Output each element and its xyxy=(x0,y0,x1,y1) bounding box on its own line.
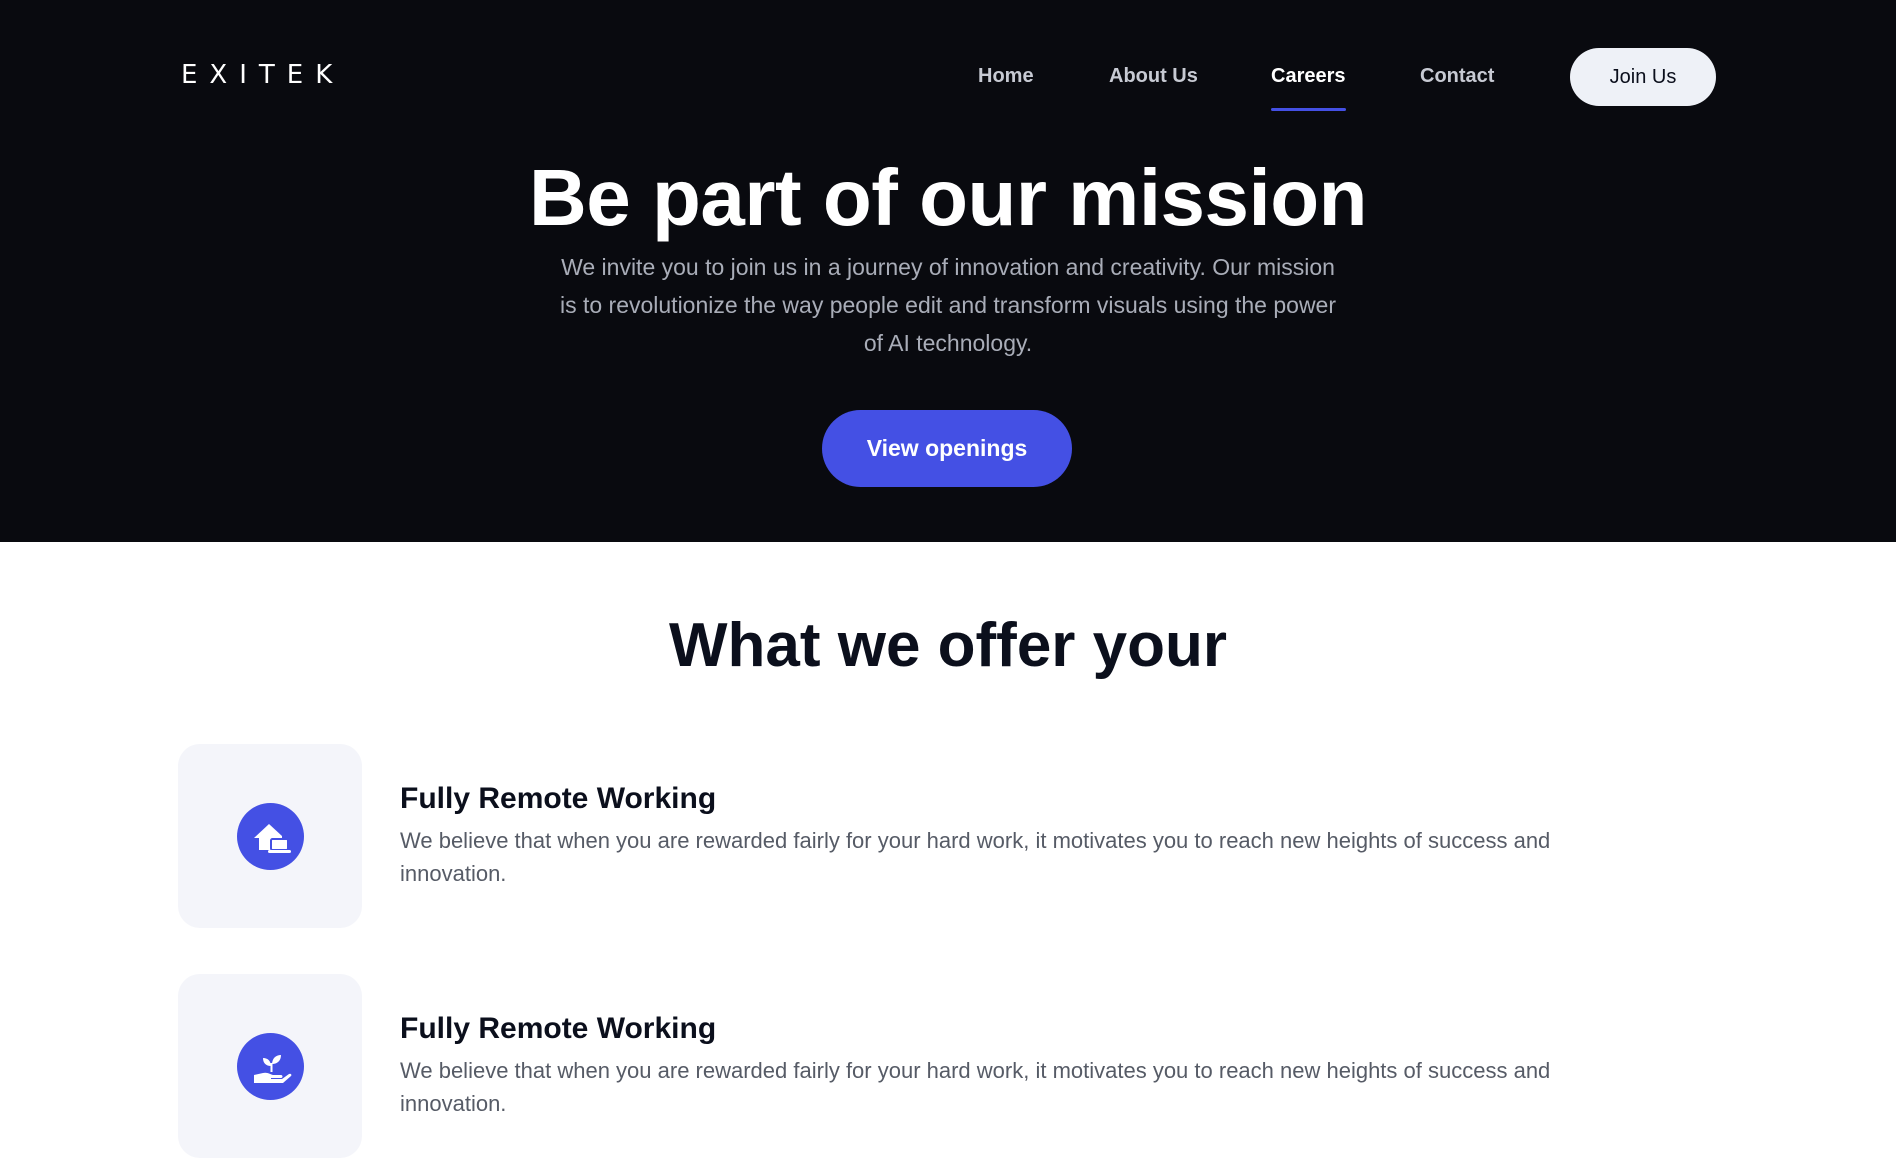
growth-hand-icon xyxy=(237,1033,304,1100)
offer-title: What we offer your xyxy=(668,611,1228,680)
offer-description: We believe that when you are rewarded fa… xyxy=(400,828,1551,886)
hero-title: Be part of our mission xyxy=(529,153,1367,242)
nav-contact[interactable]: Contact xyxy=(1420,65,1494,88)
hero-section: EXITEK Home About Us Careers Contact Joi… xyxy=(0,0,1896,542)
offer-heading: Fully Remote Working xyxy=(400,782,717,815)
nav-about-us[interactable]: About Us xyxy=(1109,65,1198,88)
main-nav: Home About Us Careers Contact Join Us xyxy=(0,48,1896,111)
remote-house-icon xyxy=(237,803,304,870)
nav-careers[interactable]: Careers xyxy=(1271,65,1346,111)
view-openings-button[interactable]: View openings xyxy=(822,410,1072,487)
offer-item: Fully Remote Working We believe that whe… xyxy=(178,974,1738,1158)
offer-heading: Fully Remote Working xyxy=(400,1012,717,1045)
offer-item: Fully Remote Working We believe that whe… xyxy=(178,744,1738,928)
offer-icon-box xyxy=(178,744,362,928)
offer-icon-box xyxy=(178,974,362,1158)
nav-home[interactable]: Home xyxy=(978,65,1034,88)
offer-description: We believe that when you are rewarded fa… xyxy=(400,1058,1551,1116)
join-us-button[interactable]: Join Us xyxy=(1570,48,1716,106)
hero-description: We invite you to join us in a journey of… xyxy=(559,254,1337,356)
